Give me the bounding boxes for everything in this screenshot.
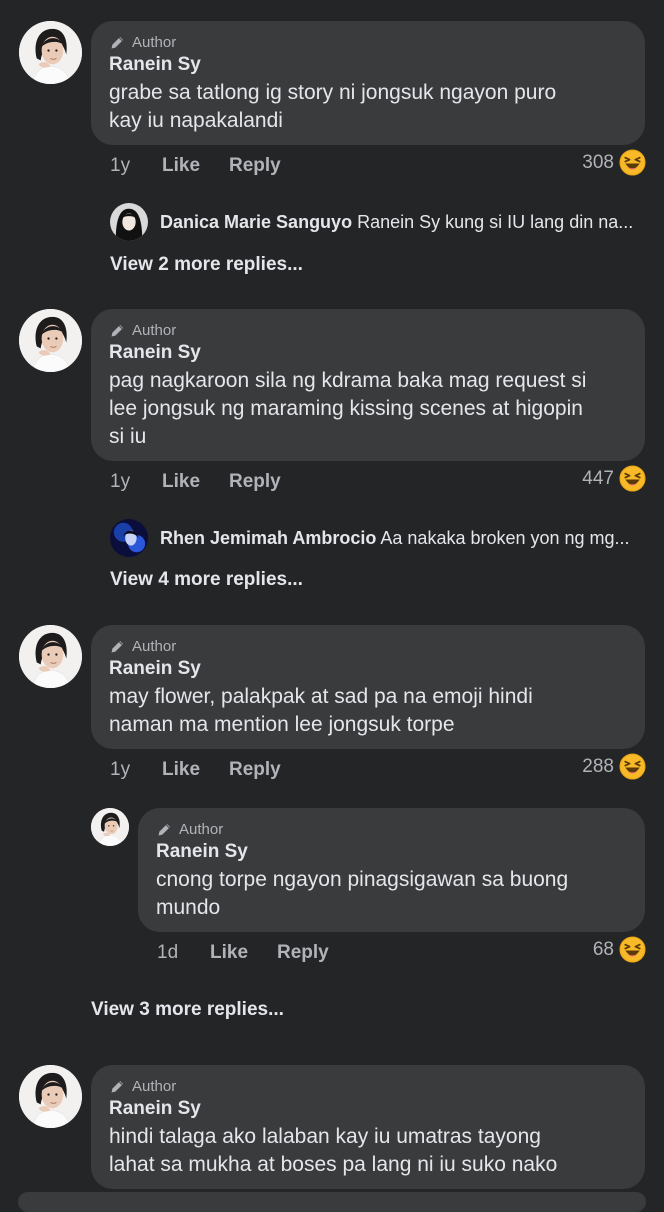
avatar-image [19,309,82,372]
comment-composer-edge [18,1192,646,1212]
laughing-emoji-icon [619,936,646,963]
view-more-replies[interactable]: View 4 more replies... [110,569,303,591]
reply-preview[interactable]: Rhen Jemimah Ambrocio Aa nakaka broken y… [160,528,640,549]
like-button[interactable]: Like [162,155,200,177]
laughing-emoji-icon [619,465,646,492]
comment-text-line: lee jongsuk ng maraming kissing scenes a… [109,397,583,420]
comment-text-line: lahat sa mukha at boses pa lang ni iu su… [109,1153,558,1176]
comment-text-line: hindi talaga ako lalaban kay iu umatras … [109,1125,541,1148]
pencil-icon [109,34,126,51]
comment-text-line: may flower, palakpak at sad pa na emoji … [109,685,533,708]
comment-author-name[interactable]: Ranein Sy [109,342,201,364]
reply-button[interactable]: Reply [277,942,329,964]
pencil-icon [109,1078,126,1095]
reply-author-name[interactable]: Ranein Sy [156,841,248,863]
author-badge: Author [109,34,176,51]
avatar[interactable] [19,625,82,688]
reply-preview-text: Ranein Sy kung si IU lang din na... [357,212,634,232]
reply-preview[interactable]: Danica Marie Sanguyo Ranein Sy kung si I… [160,212,640,233]
comment-author-name[interactable]: Ranein Sy [109,658,201,680]
reaction-count[interactable]: 308 [582,149,646,176]
comment-text-line: pag nagkaroon sila ng kdrama baka mag re… [109,369,587,392]
reply-avatar-image [110,203,148,241]
like-button[interactable]: Like [210,942,248,964]
reaction-count[interactable]: 68 [593,936,646,963]
comment-text-line: grabe sa tatlong ig story ni jongsuk nga… [109,81,557,104]
like-button[interactable]: Like [162,759,200,781]
reply-preview-text: Aa nakaka broken yon ng mg... [380,528,630,548]
avatar-image [91,808,129,846]
avatar[interactable] [19,21,82,84]
comment-time[interactable]: 1y [110,471,130,493]
author-badge-label: Author [132,1078,177,1095]
reaction-count-value: 68 [592,938,614,960]
author-badge: Author [109,638,176,655]
like-button[interactable]: Like [162,471,200,493]
comment-text-line: naman ma mention lee jongsuk torpe [109,713,455,736]
pencil-icon [109,322,126,339]
comment-text-line: kay iu napakalandi [109,109,283,132]
author-badge-label: Author [179,821,224,838]
comment-author-name[interactable]: Ranein Sy [109,1098,201,1120]
laughing-emoji-icon [619,753,646,780]
reply-avatar[interactable] [91,808,129,846]
reply-time[interactable]: 1d [157,942,178,964]
author-badge-label: Author [132,34,177,51]
reply-button[interactable]: Reply [229,155,281,177]
author-badge: Author [109,1078,176,1095]
pencil-icon [156,821,173,838]
author-badge-label: Author [132,638,177,655]
reply-preview-name: Rhen Jemimah Ambrocio [160,528,377,548]
avatar-image [19,1065,82,1128]
laughing-emoji-icon [619,149,646,176]
author-badge: Author [109,322,176,339]
reply-avatar-image [110,519,148,557]
reaction-count-value: 288 [582,755,614,777]
author-badge-label: Author [132,322,177,339]
avatar-image [19,625,82,688]
avatar[interactable] [19,1065,82,1128]
reaction-count[interactable]: 447 [582,465,646,492]
reply-avatar[interactable] [110,519,148,557]
reaction-count-value: 447 [582,467,614,489]
comment-text-line: si iu [109,425,147,448]
comment-time[interactable]: 1y [110,759,130,781]
comment-author-name[interactable]: Ranein Sy [109,54,201,76]
reply-text-line: mundo [156,896,221,919]
reaction-count-value: 308 [582,151,614,173]
reply-avatar[interactable] [110,203,148,241]
reply-button[interactable]: Reply [229,759,281,781]
reaction-count[interactable]: 288 [582,753,646,780]
view-more-replies[interactable]: View 3 more replies... [91,999,284,1021]
comment-time[interactable]: 1y [110,155,130,177]
pencil-icon [109,638,126,655]
author-badge: Author [156,821,223,838]
reply-text-line: cnong torpe ngayon pinagsigawan sa buong [156,868,569,891]
avatar-image [19,21,82,84]
avatar[interactable] [19,309,82,372]
reply-preview-name: Danica Marie Sanguyo [160,212,353,232]
view-more-replies[interactable]: View 2 more replies... [110,254,303,276]
reply-button[interactable]: Reply [229,471,281,493]
